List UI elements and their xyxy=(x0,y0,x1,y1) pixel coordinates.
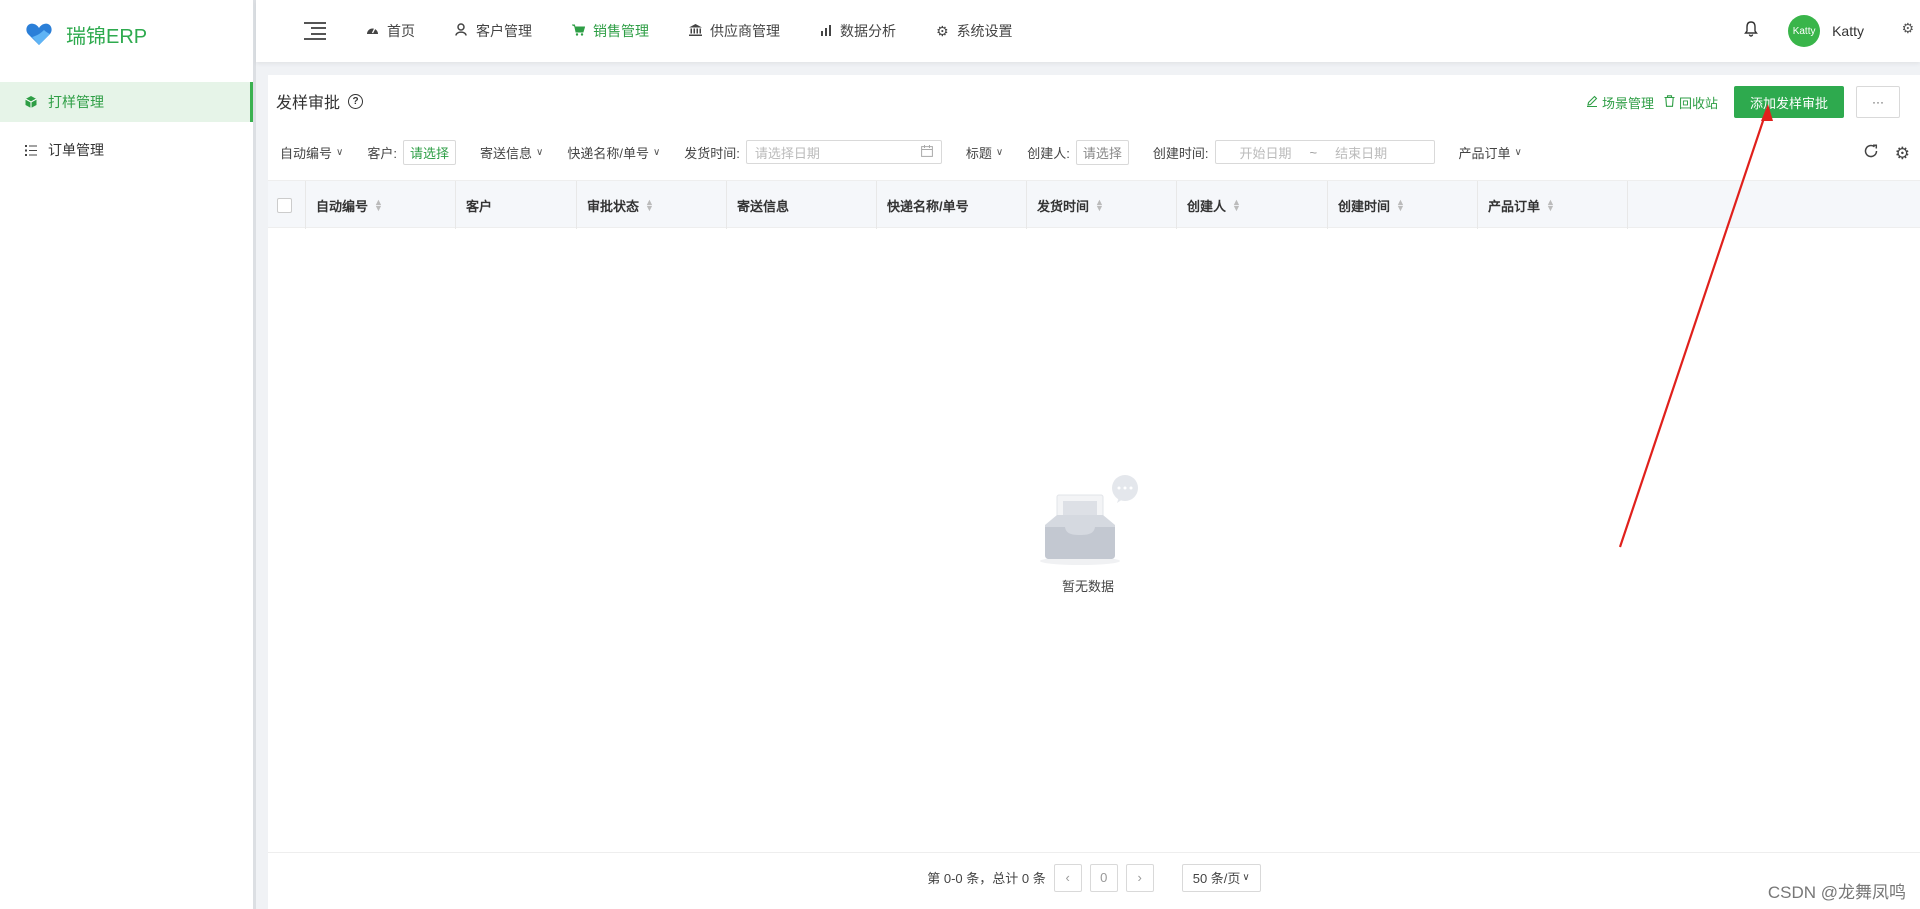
page-number-input[interactable]: 0 xyxy=(1089,863,1118,892)
chevron-down-icon: ∨ xyxy=(652,146,661,158)
collapse-menu-icon[interactable] xyxy=(304,22,326,40)
empty-state: 暂无数据 xyxy=(1033,475,1143,595)
filter-created-time-label: 创建时间: xyxy=(1152,145,1209,161)
logo-text: 瑞锦ERP xyxy=(66,25,148,48)
watermark: CSDN @龙舞凤鸣 xyxy=(1767,883,1906,902)
calendar-icon xyxy=(921,144,933,160)
filter-shipping-info[interactable]: 寄送信息 ∨ xyxy=(480,143,543,162)
empty-inbox-icon xyxy=(1040,475,1138,565)
column-header[interactable]: 创建人 ▲ ▼ xyxy=(1177,181,1328,229)
filter-creator-label: 创建人: xyxy=(1027,145,1070,161)
prev-page-button[interactable]: ‹ xyxy=(1053,863,1082,892)
column-header[interactable]: 寄送信息 xyxy=(727,181,877,229)
avatar[interactable]: Katty xyxy=(1788,15,1821,47)
chevron-down-icon: ∨ xyxy=(995,146,1004,158)
nav-sales[interactable]: 销售管理 xyxy=(572,21,649,41)
ship-time-date-input[interactable]: 请选择日期 xyxy=(745,140,942,164)
gear-icon: ⚙ xyxy=(936,22,949,39)
sidebar-item-sample[interactable]: 打样管理 xyxy=(0,82,253,122)
bank-icon xyxy=(689,23,702,39)
chevron-down-icon: ∨ xyxy=(536,146,544,158)
list-icon xyxy=(24,144,38,156)
created-time-range-input[interactable]: 开始日期 ~ 结束日期 xyxy=(1214,140,1435,164)
add-sample-approval-button[interactable]: 添加发样审批 xyxy=(1733,86,1844,118)
column-header[interactable]: 创建时间 ▲ ▼ xyxy=(1328,181,1478,229)
column-header[interactable]: 发货时间 ▲ ▼ xyxy=(1027,181,1177,229)
user-area: Katty Katty xyxy=(1744,0,1920,62)
filter-tools: ⚙ xyxy=(1863,143,1910,164)
heart-logo-icon xyxy=(26,23,52,45)
column-settings-gear-icon[interactable]: ⚙ xyxy=(1895,144,1910,164)
filter-courier[interactable]: 快递名称/单号 ∨ xyxy=(567,143,660,162)
nav-settings[interactable]: ⚙ 系统设置 xyxy=(936,21,1013,41)
logo[interactable]: 瑞锦ERP xyxy=(0,0,253,68)
filter-title[interactable]: 标题 ∨ xyxy=(966,143,1003,162)
card-header: 发样审批 ? 场景管理 回收站 添加发样审批 ··· xyxy=(268,75,1920,127)
more-button[interactable]: ··· xyxy=(1856,86,1900,118)
user-icon xyxy=(455,23,468,39)
top-navbar: 首页 客户管理 销售管理 供应商管理 数据分析 ⚙ 系统设置 Katty Kat… xyxy=(256,0,1920,62)
settings-gear-icon[interactable]: ⚙ xyxy=(1901,20,1914,37)
chevron-down-icon: ∨ xyxy=(1514,146,1522,158)
edit-icon xyxy=(1586,95,1598,110)
scene-manage-button[interactable]: 场景管理 xyxy=(1586,93,1654,112)
recycle-bin-button[interactable]: 回收站 xyxy=(1664,93,1718,112)
filter-bar: 自动编号 ∨ 客户: 请选择 寄送信息 ∨ 快递名称/单号 ∨ 发货时间: 请选择日期… xyxy=(268,127,1920,177)
refresh-icon[interactable] xyxy=(1863,143,1879,164)
username[interactable]: Katty xyxy=(1832,23,1864,39)
chevron-down-icon: ∨ xyxy=(336,146,344,158)
sort-icon: ▲ ▼ xyxy=(1546,197,1555,213)
nav-analytics[interactable]: 数据分析 xyxy=(820,21,896,41)
chevron-down-icon: ∨ xyxy=(1242,872,1250,883)
nav-customers[interactable]: 客户管理 xyxy=(455,21,532,41)
table-header: 自动编号 ▲ ▼ 客户 审批状态 ▲ ▼ 寄送信息 快递名称/单号 发货时间 ▲ ▼ 创建人… xyxy=(268,180,1920,229)
filter-auto-number[interactable]: 自动编号 ∨ xyxy=(280,143,343,162)
sort-icon: ▲ ▼ xyxy=(374,197,383,213)
sidebar-item-label: 打样管理 xyxy=(48,94,104,110)
empty-text: 暂无数据 xyxy=(1061,579,1114,594)
creator-select[interactable]: 请选择 xyxy=(1075,139,1129,165)
filter-ship-time-label: 发货时间: xyxy=(684,145,740,161)
select-all-checkbox-cell xyxy=(268,181,306,229)
nav-suppliers[interactable]: 供应商管理 xyxy=(689,21,780,41)
filter-product-order[interactable]: 产品订单 ∨ xyxy=(1459,143,1522,162)
select-all-checkbox[interactable] xyxy=(277,197,292,213)
column-header[interactable]: 客户 xyxy=(456,181,577,229)
sidebar: 瑞锦ERP 打样管理 订单管理 xyxy=(0,0,256,909)
pagination-summary: 第 0-0 条，总计 0 条 xyxy=(927,871,1046,886)
page-title: 发样审批 xyxy=(276,95,341,112)
column-header[interactable]: 快递名称/单号 xyxy=(877,181,1027,229)
sort-icon: ▲ ▼ xyxy=(645,197,654,213)
pagination: 第 0-0 条，总计 0 条 ‹ 0 › 50 条/页 ∨ xyxy=(268,852,1920,902)
bell-icon[interactable] xyxy=(1744,20,1758,42)
sidebar-item-orders[interactable]: 订单管理 xyxy=(0,130,253,170)
sort-icon: ▲ ▼ xyxy=(1095,197,1104,213)
header-actions: 场景管理 回收站 添加发样审批 ··· xyxy=(1586,86,1900,118)
sort-icon: ▲ ▼ xyxy=(1396,197,1405,213)
main-card: 发样审批 ? 场景管理 回收站 添加发样审批 ··· 自动编号 ∨ 客户: 请选择… xyxy=(268,75,1920,909)
filter-customer-label: 客户: xyxy=(367,145,397,161)
chart-icon xyxy=(820,24,832,39)
column-header[interactable]: 产品订单 ▲ ▼ xyxy=(1478,181,1628,229)
column-header[interactable]: 审批状态 ▲ ▼ xyxy=(577,181,727,229)
cube-icon xyxy=(24,96,38,108)
nav-home[interactable]: 首页 xyxy=(366,21,415,41)
page-size-select[interactable]: 50 条/页 ∨ xyxy=(1181,863,1261,892)
dashboard-icon xyxy=(366,24,379,38)
customer-select[interactable]: 请选择 xyxy=(402,139,456,165)
sidebar-item-label: 订单管理 xyxy=(48,142,104,158)
cart-icon xyxy=(572,24,586,39)
next-page-button[interactable]: › xyxy=(1125,863,1154,892)
sort-icon: ▲ ▼ xyxy=(1232,197,1241,213)
column-header[interactable]: 自动编号 ▲ ▼ xyxy=(306,181,456,229)
trash-icon xyxy=(1664,94,1675,110)
help-icon[interactable]: ? xyxy=(348,93,364,109)
